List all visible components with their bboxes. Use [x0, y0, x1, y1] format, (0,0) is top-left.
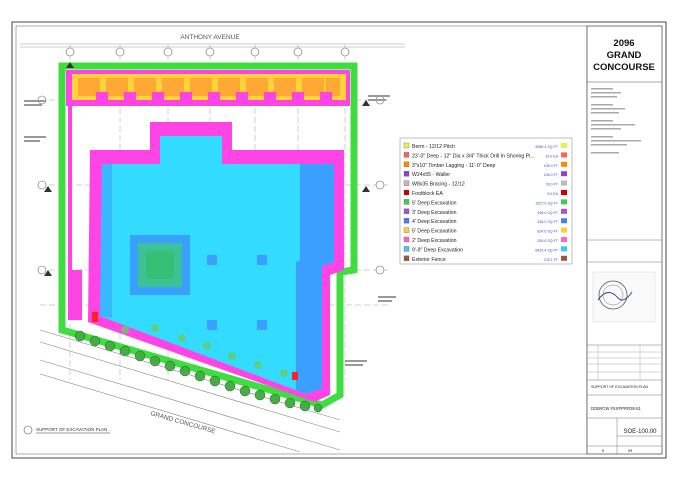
- legend-quantity: 255.6 SQ FT: [537, 239, 558, 243]
- legend-quantity: 1527.0 SQ FT: [535, 201, 558, 205]
- legend-quantity: 78.0 FT: [546, 183, 559, 187]
- legend-color-chip: [561, 161, 567, 167]
- legend-color-chip: [561, 255, 567, 261]
- legend-quantity: 328.0 SQ FT: [537, 220, 558, 224]
- legend-swatch: [403, 236, 410, 243]
- legend-label: 5' Deep Excavation: [412, 200, 457, 206]
- legend-swatch: [403, 227, 410, 233]
- plan-title-bubble: [23, 425, 33, 435]
- legend-swatch: [403, 218, 410, 224]
- legend-swatch: [403, 180, 410, 186]
- page-total: 09: [628, 448, 633, 453]
- drawing-sheet: ANTHONY AVENUE GRAND CONCOURSE SUPPORT O…: [0, 0, 680, 482]
- legend-swatch: [403, 246, 410, 252]
- legend-quantity: 6420.4 SQ FT: [535, 248, 558, 252]
- legend-swatch: [403, 161, 410, 167]
- legend-swatch: [403, 189, 410, 196]
- legend-swatch: [403, 152, 410, 158]
- sheet-number: SOE-100.00: [623, 429, 657, 435]
- title-block: [586, 25, 663, 455]
- legend-label: 23'-0" Deep - 12" Dia x 3/4" Thick Drill…: [412, 153, 535, 159]
- legend-color-chip: [561, 171, 567, 177]
- project-number: 2096: [613, 38, 634, 49]
- legend-swatch: [403, 171, 410, 177]
- legend-quantity: 19.0 EA: [545, 154, 558, 158]
- legend-quantity: 9.0 EA: [547, 192, 558, 196]
- legend-swatch: [403, 208, 410, 214]
- legend-label: 3"x10" Timber Lagging - 11'-0" Deep: [412, 163, 496, 169]
- legend-quantity: 106.0 SQ FT: [537, 211, 558, 215]
- project-name-line2: CONCOURSE: [593, 62, 655, 73]
- legend-label: W24x55 - Waller: [412, 172, 450, 178]
- legend-quantity: 106.0 FT: [544, 164, 559, 168]
- sheet-title: SUPPORT OF EXCAVATION PLAN: [591, 385, 648, 389]
- legend-label: 5' Deep Excavation: [412, 229, 457, 235]
- legend-swatch: [403, 255, 410, 261]
- legend-quantity: 106.0 FT: [544, 173, 559, 177]
- legend-label: 9'-9" Deep Excavation: [412, 247, 463, 253]
- legend-quantity: 824.6 SQ FT: [537, 230, 558, 234]
- legend-quantity: 5066.4 SQ FT: [535, 145, 558, 149]
- project-name-line1: GRAND: [607, 50, 642, 61]
- drawing-code: DOB#CW #XXPPRR28-51: [591, 406, 641, 411]
- legend-color-chip: [561, 180, 567, 186]
- legend-label: Footblock EA: [412, 191, 443, 197]
- plan-title: SUPPORT OF EXCAVATION PLAN: [36, 427, 107, 432]
- legend-label: Berm - 12/12 Pitch: [412, 144, 455, 150]
- legend-quantity: 278.1 FT: [544, 258, 559, 262]
- legend-color-chip: [561, 152, 567, 158]
- legend-color-chip: [561, 208, 567, 214]
- legend-label: 4' Deep Excavation: [412, 219, 457, 225]
- legend-color-chip: [561, 218, 567, 224]
- drawing-canvas: ANTHONY AVENUE GRAND CONCOURSE SUPPORT O…: [11, 21, 667, 459]
- legend-label: 3' Deep Excavation: [412, 210, 457, 216]
- legend-color-chip: [561, 143, 567, 148]
- top-berm-strip: [66, 70, 350, 106]
- legend-label: 2' Deep Excavation: [412, 238, 457, 244]
- street-label-top: ANTHONY AVENUE: [180, 34, 240, 41]
- legend-color-chip: [561, 246, 567, 252]
- legend-color-chip: [561, 227, 567, 233]
- legend-color-chip: [561, 237, 567, 242]
- legend-swatch: [403, 199, 410, 205]
- legend-label: W8x35 Bracing - 12/12: [412, 182, 465, 188]
- legend-swatch: [403, 142, 410, 149]
- legend-label: Exterior Fence: [412, 257, 446, 263]
- legend-color-chip: [561, 190, 567, 195]
- legend-color-chip: [561, 199, 567, 205]
